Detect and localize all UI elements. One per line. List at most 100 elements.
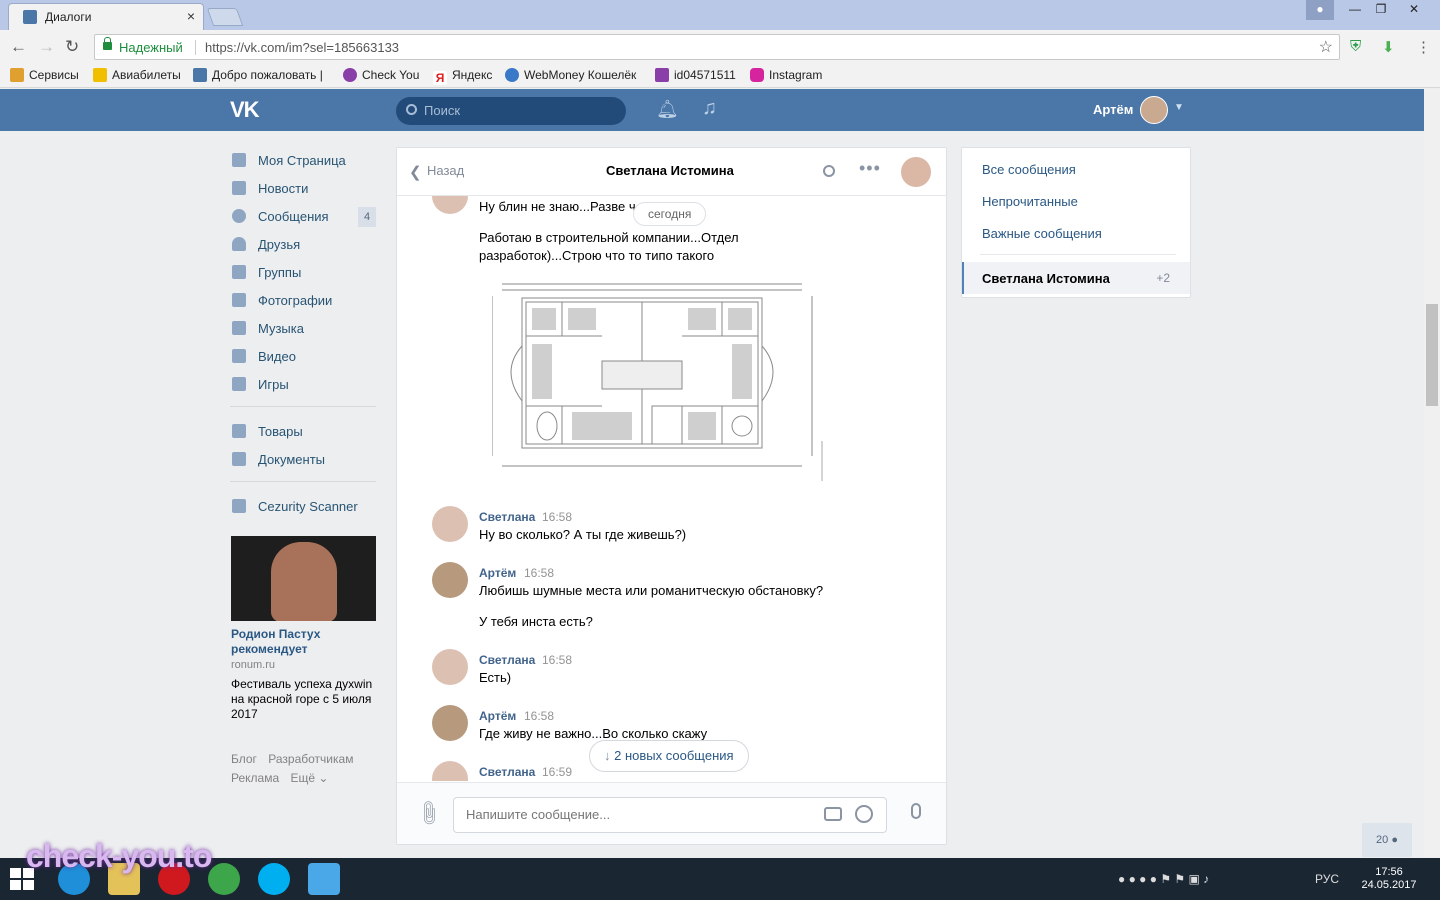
chat-header: ❮ Назад Светлана Истомина ••• bbox=[397, 148, 946, 196]
desktop-icon[interactable] bbox=[308, 863, 340, 895]
bookmark-instagram[interactable]: Instagram bbox=[750, 68, 822, 82]
sidebar-item-cezurity[interactable]: Cezurity Scanner bbox=[230, 496, 376, 518]
panel-divider bbox=[980, 254, 1176, 255]
profile-icon[interactable]: ● bbox=[1306, 0, 1334, 20]
forward-icon[interactable]: → bbox=[38, 37, 55, 57]
footer-link-ads[interactable]: Реклама bbox=[231, 771, 279, 785]
sidebar-item-games[interactable]: Игры bbox=[230, 374, 376, 396]
new-messages-button[interactable]: ↓ 2 новых сообщения bbox=[589, 740, 749, 772]
group-icon bbox=[232, 265, 246, 279]
tray-icons[interactable]: ● ● ● ● ⚑ ⚑ ▣ ♪ bbox=[1118, 872, 1209, 886]
message-author[interactable]: Артём bbox=[479, 709, 516, 723]
download-extension-icon[interactable]: ⬇ bbox=[1382, 38, 1395, 56]
message-avatar[interactable] bbox=[432, 761, 468, 781]
sidebar-item-documents[interactable]: Документы bbox=[230, 449, 376, 471]
chat-title[interactable]: Светлана Истомина bbox=[606, 163, 734, 178]
header-user-name[interactable]: Артём bbox=[1093, 102, 1133, 117]
bookmark-services[interactable]: Сервисы bbox=[10, 68, 79, 82]
language-indicator[interactable]: РУС bbox=[1315, 872, 1339, 886]
message-list[interactable]: Ну блин не знаю...Разве ч сегодня Работа… bbox=[397, 196, 946, 781]
reload-icon[interactable]: ↻ bbox=[65, 37, 79, 57]
windows-taskbar: ● ● ● ● ⚑ ⚑ ▣ ♪ РУС 17:56 24.05.2017 bbox=[0, 858, 1440, 900]
clock[interactable]: 17:56 24.05.2017 bbox=[1358, 866, 1420, 892]
message-avatar[interactable] bbox=[432, 562, 468, 598]
shield-extension-icon[interactable]: ⛨ bbox=[1350, 38, 1361, 55]
bookmark-yandex[interactable]: Я Яндекс bbox=[433, 68, 492, 85]
ad-text[interactable]: Фестиваль успеха духwin на красной горе … bbox=[231, 677, 379, 722]
sidebar-item-music[interactable]: Музыка bbox=[230, 318, 376, 340]
footer-link-more[interactable]: Ещё ⌄ bbox=[290, 771, 328, 785]
camera-icon bbox=[232, 293, 246, 307]
bookmark-id[interactable]: id04571511 bbox=[655, 68, 736, 82]
chrome-icon[interactable] bbox=[208, 863, 240, 895]
chat-search-icon[interactable] bbox=[823, 165, 835, 177]
ad-domain[interactable]: ronum.ru bbox=[231, 659, 275, 671]
microphone-icon[interactable] bbox=[911, 803, 921, 819]
search-input[interactable]: Поиск bbox=[396, 97, 626, 125]
scrollbar-thumb[interactable] bbox=[1426, 304, 1438, 406]
message-text: Есть) bbox=[479, 670, 512, 685]
page-scrollbar[interactable] bbox=[1424, 89, 1440, 858]
message-text: Работаю в строительной компании...Отдел … bbox=[479, 230, 739, 263]
paperclip-icon[interactable]: 📎︎ bbox=[413, 798, 444, 829]
vk-logo[interactable]: VK bbox=[230, 97, 260, 123]
sidebar-item-groups[interactable]: Группы bbox=[230, 262, 376, 284]
bookmark-webmoney[interactable]: WebMoney Кошелёк bbox=[505, 68, 636, 82]
music-note-icon[interactable]: ♫ bbox=[702, 97, 717, 120]
message-avatar[interactable] bbox=[432, 506, 468, 542]
back-chevron-icon[interactable]: ❮ bbox=[409, 163, 422, 181]
bookmark-welcome[interactable]: Добро пожаловать | bbox=[193, 68, 323, 82]
sidebar-item-my-page[interactable]: Моя Страница bbox=[230, 150, 376, 172]
message-author[interactable]: Светлана bbox=[479, 765, 535, 779]
chevron-down-icon[interactable]: ▼ bbox=[1174, 102, 1184, 113]
address-bar[interactable]: Надежный https://vk.com/im?sel=185663133… bbox=[94, 34, 1340, 60]
ad-title[interactable]: Родион Пастух рекомендует bbox=[231, 627, 371, 657]
message-time: 16:58 bbox=[542, 510, 573, 524]
bookmark-checkyou[interactable]: Check You bbox=[343, 68, 419, 82]
message-author[interactable]: Светлана bbox=[479, 653, 535, 667]
emoji-smile-icon[interactable] bbox=[855, 805, 873, 823]
filter-important[interactable]: Важные сообщения bbox=[982, 226, 1102, 241]
menu-divider bbox=[230, 481, 376, 482]
footer-link-blog[interactable]: Блог bbox=[231, 752, 257, 766]
message-author[interactable]: Артём bbox=[479, 566, 516, 580]
filter-all-messages[interactable]: Все сообщения bbox=[982, 162, 1076, 177]
footer-link-developers[interactable]: Разработчикам bbox=[268, 752, 353, 766]
sidebar-item-messages[interactable]: Сообщения 4 bbox=[230, 206, 376, 228]
bookmark-avia[interactable]: Авиабилеты bbox=[93, 68, 181, 82]
skype-icon[interactable] bbox=[258, 863, 290, 895]
more-dots-icon[interactable]: ••• bbox=[859, 158, 881, 179]
sidebar-item-news[interactable]: Новости bbox=[230, 178, 376, 200]
new-tab-button[interactable] bbox=[206, 8, 244, 26]
sidebar-item-friends[interactable]: Друзья bbox=[230, 234, 376, 256]
restore-icon[interactable]: ❐ bbox=[1366, 0, 1396, 20]
message-placeholder: Напишите сообщение... bbox=[466, 807, 611, 822]
notifications-bell-icon[interactable]: 🔔︎ bbox=[656, 99, 679, 120]
filter-unread[interactable]: Непрочитанные bbox=[982, 194, 1078, 209]
browser-tab[interactable]: Диалоги × bbox=[8, 3, 204, 30]
sidebar-item-goods[interactable]: Товары bbox=[230, 421, 376, 443]
message-avatar[interactable] bbox=[432, 196, 468, 214]
message-author[interactable]: Светлана bbox=[479, 510, 535, 524]
arrow-down-icon: ↓ bbox=[604, 748, 611, 763]
back-button[interactable]: Назад bbox=[427, 163, 464, 178]
close-window-icon[interactable]: ✕ bbox=[1396, 0, 1432, 20]
header-avatar[interactable] bbox=[1140, 96, 1168, 124]
chat-avatar[interactable] bbox=[901, 157, 931, 187]
sidebar-item-photos[interactable]: Фотографии bbox=[230, 290, 376, 312]
message-avatar[interactable] bbox=[432, 705, 468, 741]
message-input[interactable]: Напишите сообщение... bbox=[453, 797, 887, 833]
ad-image[interactable] bbox=[231, 536, 376, 621]
camera-icon[interactable] bbox=[824, 807, 842, 821]
blueprint-image[interactable] bbox=[491, 276, 832, 486]
message-avatar[interactable] bbox=[432, 649, 468, 685]
menu-kebab-icon[interactable]: ⋮ bbox=[1416, 38, 1431, 56]
sidebar-item-video[interactable]: Видео bbox=[230, 346, 376, 368]
active-dialog-item[interactable]: Светлана Истомина +2 bbox=[962, 262, 1190, 294]
tab-close-icon[interactable]: × bbox=[187, 8, 195, 24]
online-friends-button[interactable]: 20 ● bbox=[1362, 823, 1412, 857]
back-icon[interactable]: ← bbox=[10, 37, 27, 57]
bookmark-star-icon[interactable]: ☆ bbox=[1319, 37, 1333, 57]
bag-icon bbox=[232, 424, 246, 438]
url-text[interactable]: https://vk.com/im?sel=185663133 bbox=[205, 40, 399, 55]
